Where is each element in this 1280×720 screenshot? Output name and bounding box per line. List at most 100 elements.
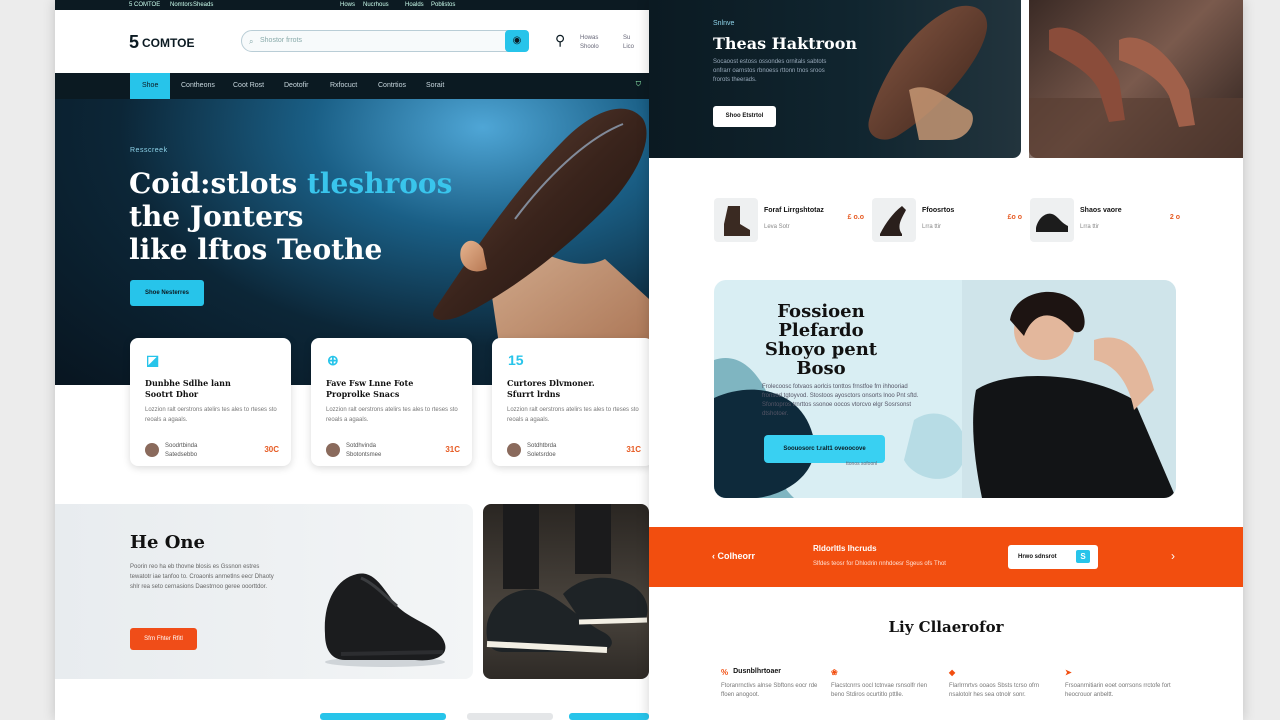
banner-title: Rldorltls Ihcruds <box>813 544 877 553</box>
nav-item[interactable]: Sorait <box>414 73 456 99</box>
feature-title-line: Plefardo <box>778 320 864 341</box>
banner-button-icon: S <box>1076 550 1090 563</box>
mini-product-name: Foraf Lirrgshtotaz <box>764 207 824 214</box>
card-title: Curtores Dlvmoner. Sfurrt lrdns <box>507 378 595 400</box>
search-bar[interactable]: ⌕ Shostor frrots ◉ <box>241 30 529 52</box>
top-strip-item[interactable]: Nucrhous <box>363 0 389 10</box>
info-column: ➤ Frsoanrnitiarin eoet oorrsons rrctofe … <box>1065 668 1175 700</box>
card-price: 30C <box>264 445 279 454</box>
bottom-tab[interactable] <box>320 713 446 720</box>
banner-prev-button[interactable]: ‹ Colheorr <box>712 551 755 561</box>
boot-icon <box>724 206 750 236</box>
upload-icon: ⊕ <box>327 352 339 368</box>
hero-cta-button[interactable]: Shoe Nesterres <box>130 280 204 306</box>
hero-title: Coid:stlots tleshroos the Jonters like l… <box>129 167 452 266</box>
top-strip: 5 COMTOE Nomtors Sheads Hows Nucrhous Ho… <box>55 0 649 10</box>
feature-cta-button[interactable]: Soouosorc t.ralt1 oveoocove <box>764 435 885 463</box>
heels-image <box>1029 27 1243 158</box>
nav-item[interactable]: Rxfocuct <box>318 73 369 99</box>
account-link-line: Shoolo <box>580 44 599 50</box>
author-line: Sbotontsmee <box>346 452 382 458</box>
top-strip-item[interactable]: Hoalds <box>405 0 424 10</box>
card-title-line: Fave Fsw Lnne Fote <box>326 378 414 388</box>
search-submit-button[interactable]: ◉ <box>505 30 529 52</box>
product-thumbnail <box>714 198 758 242</box>
card-title-line: Dunbhe Sdlhe lann <box>145 378 231 388</box>
main-nav: Shoe Contheons Coot Rost Deotofir Rxfocu… <box>55 73 649 99</box>
avatar <box>145 443 159 457</box>
right-hero-cta-button[interactable]: Shoo Etstrtol <box>713 106 776 127</box>
mini-product-name: Shaos vaore <box>1080 207 1122 214</box>
top-strip-item[interactable]: Nomtors <box>170 0 193 10</box>
mini-product[interactable]: Shaos vaore Lrra ttir 2 o <box>1030 198 1180 242</box>
brand-logo[interactable]: 5 COMTOE <box>129 32 194 53</box>
right-hero-title: Theas Haktroon <box>713 34 858 53</box>
product-thumbnail <box>1030 198 1074 242</box>
top-strip-item[interactable]: 5 COMTOE <box>129 0 160 10</box>
right-hero-tag: Snlnve <box>713 20 735 27</box>
card-title-line: Sfurrt lrdns <box>507 389 561 399</box>
card-price: 31C <box>445 445 460 454</box>
mini-product-price: £o o <box>1007 214 1022 221</box>
nav-item[interactable]: Coot Rost <box>221 73 276 99</box>
nav-item[interactable]: Contrtios <box>366 73 418 99</box>
avatar <box>326 443 340 457</box>
right-hero-photo <box>1029 0 1243 158</box>
percent-icon: % <box>721 668 729 677</box>
chevron-right-icon[interactable]: › <box>1171 549 1175 563</box>
header-user-link[interactable]: Su Lico <box>623 34 634 52</box>
promo-banner: ‹ Colheorr Rldorltls Ihcruds Slfdes teos… <box>649 527 1243 587</box>
search-placeholder: Shostor frrots <box>260 37 303 44</box>
hero-tag: Resscreek <box>130 147 168 154</box>
mini-product-name: Ffoosrtos <box>922 207 955 214</box>
mini-product-sub: Lrra ttir <box>1080 224 1100 230</box>
feature-title-line: Fossioen <box>777 301 865 322</box>
promo-cta-button[interactable]: Sfrn Fhter Rfitl <box>130 628 197 650</box>
column-body: Ftoranrnctivs alnse Sbftons eocr rde ffo… <box>721 683 818 698</box>
card-title-line: Sootrt Dhor <box>145 389 199 399</box>
column-body: Flarlrrnrtvs ooaos Sbsts tcrso ofrn nsal… <box>949 683 1040 698</box>
product-card[interactable]: 15 Curtores Dlvmoner. Sfurrt lrdns Lozzio… <box>492 338 649 466</box>
user-link-line: Su <box>623 35 631 41</box>
bottom-tab[interactable] <box>569 713 649 720</box>
mini-product-sub: Leva Sotr <box>764 224 790 230</box>
nav-item[interactable]: Contheons <box>169 73 227 99</box>
card-author: Sotdhtbrda Soletsrdoe <box>527 442 556 460</box>
product-thumbnail <box>872 198 916 242</box>
nav-item[interactable]: Deotofir <box>272 73 321 99</box>
right-hero-shoe-image <box>868 5 988 140</box>
header-account-link[interactable]: Howas Shoolo <box>580 34 599 52</box>
card-body: Lozzion ralt oerstrons atelirs tes ales … <box>326 407 458 423</box>
promo-title: He One <box>130 532 205 553</box>
column-title: Dusnblhrtoaer <box>733 668 781 675</box>
banner-prev-label: Colheorr <box>717 551 756 561</box>
top-strip-item[interactable]: Hows <box>340 0 355 10</box>
product-card[interactable]: ◪ Dunbhe Sdlhe lann Sootrt Dhor Lozzion r… <box>130 338 291 466</box>
top-strip-item[interactable]: Sheads <box>193 0 213 10</box>
shield-icon[interactable]: ⛉ <box>636 81 641 89</box>
mini-product-price: £ o.o <box>847 214 864 221</box>
mini-product[interactable]: Ffoosrtos Lrra ttir £o o <box>872 198 1022 242</box>
promo-shoe-image <box>324 573 446 667</box>
user-link-line: Lico <box>623 44 635 50</box>
search-icon[interactable]: ⚲ <box>555 32 565 49</box>
feature-title-line: Shoyo pent <box>764 339 878 360</box>
brand-mark: 5 <box>129 32 140 52</box>
product-card[interactable]: ⊕ Fave Fsw Lnne Fote Proprolke Snacs Lozz… <box>311 338 472 466</box>
feature-title: Fossioen Plefardo Shoyo pent Boso <box>756 302 886 378</box>
right-page: Snlnve Theas Haktroon Socaoost estoss os… <box>649 0 1243 720</box>
sneaker-image <box>486 504 648 653</box>
hero-title-line1: Coid:stlots <box>129 167 298 200</box>
column-body: Flacstcnrrs oocl tctnvae rsnsolfr rlen b… <box>831 683 928 698</box>
top-strip-item[interactable]: Poblistos <box>431 0 455 10</box>
section-title: Liy Cllaerofor <box>888 618 1004 636</box>
banner-button[interactable]: S Hrwo sdnsrot <box>1008 545 1098 569</box>
mini-product[interactable]: Foraf Lirrgshtotaz Leva Sotr £ o.o <box>714 198 864 242</box>
bottom-tab[interactable] <box>467 713 553 720</box>
feature-body: Frolecoosc fotvaos aorlcis tonttos frnst… <box>762 384 919 417</box>
right-hero: Snlnve Theas Haktroon Socaoost estoss os… <box>649 0 1021 158</box>
shoe-icon <box>1036 213 1068 232</box>
hero-title-highlight: tleshroos <box>306 167 453 200</box>
nav-item-shoe[interactable]: Shoe <box>130 73 171 99</box>
hero-title-line2: the Jonters <box>129 200 304 233</box>
